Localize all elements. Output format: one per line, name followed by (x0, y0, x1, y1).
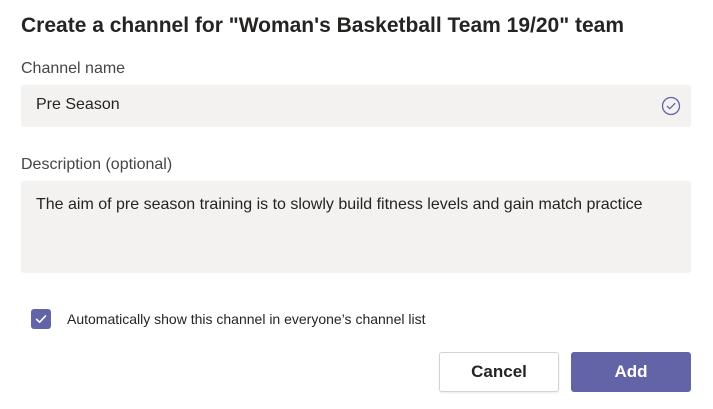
dialog-title: Create a channel for "Woman's Basketball… (21, 14, 625, 37)
channel-name-value: Pre Season (36, 96, 120, 113)
check-circle-icon (661, 96, 681, 116)
description-textarea[interactable]: The aim of pre season training is to slo… (21, 181, 691, 273)
add-button[interactable]: Add (571, 352, 691, 392)
channel-name-label: Channel name (21, 60, 126, 77)
auto-show-label: Automatically show this channel in every… (67, 311, 426, 327)
description-label: Description (optional) (21, 156, 173, 173)
cancel-button[interactable]: Cancel (439, 352, 559, 392)
channel-name-input[interactable]: Pre Season (21, 85, 691, 127)
auto-show-option: Automatically show this channel in every… (31, 309, 426, 329)
description-value: The aim of pre season training is to slo… (36, 196, 643, 213)
checkmark-icon (35, 315, 47, 323)
auto-show-checkbox[interactable] (31, 309, 51, 329)
create-channel-dialog: Create a channel for "Woman's Basketball… (0, 0, 713, 409)
